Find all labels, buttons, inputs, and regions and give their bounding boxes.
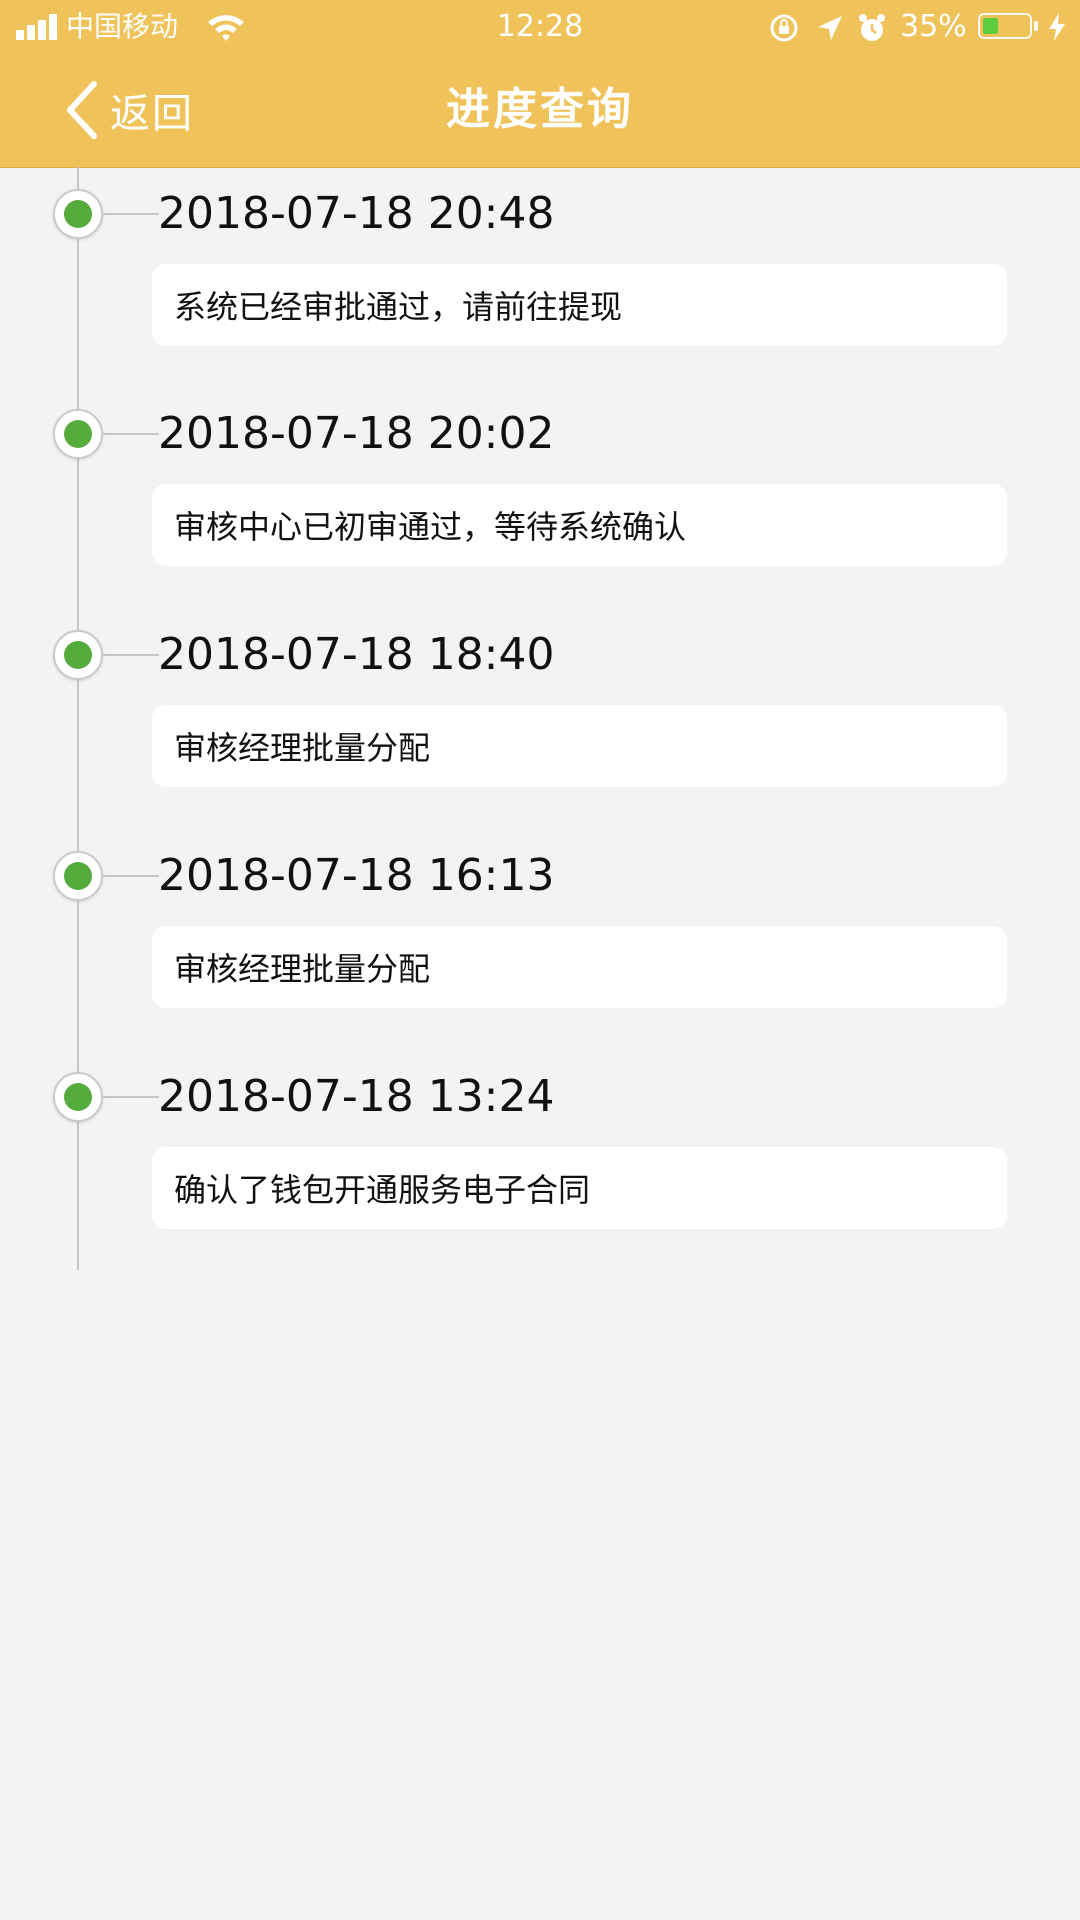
timeline-node bbox=[53, 189, 103, 239]
timeline-event: 2018-07-18 18:40 审核经理批量分配 bbox=[0, 630, 1080, 850]
location-arrow-icon bbox=[818, 16, 842, 40]
status-dot bbox=[64, 200, 92, 228]
alarm-clock-icon bbox=[859, 14, 885, 41]
battery-level bbox=[983, 18, 998, 34]
status-dot bbox=[64, 862, 92, 890]
timeline-node bbox=[53, 1072, 103, 1122]
timeline-connector bbox=[103, 433, 159, 435]
timeline-node bbox=[53, 851, 103, 901]
event-description-card: 审核经理批量分配 bbox=[152, 705, 1007, 787]
timeline-event: 2018-07-18 16:13 审核经理批量分配 bbox=[0, 851, 1080, 1071]
event-timestamp: 2018-07-18 16:13 bbox=[158, 850, 555, 901]
nav-bar: 返回 进度查询 bbox=[0, 54, 1080, 167]
status-dot bbox=[64, 641, 92, 669]
event-timestamp: 2018-07-18 20:02 bbox=[158, 408, 555, 459]
event-timestamp: 2018-07-18 18:40 bbox=[158, 629, 555, 680]
timeline-connector bbox=[103, 654, 159, 656]
status-dot bbox=[64, 420, 92, 448]
event-description-card: 审核中心已初审通过，等待系统确认 bbox=[152, 484, 1007, 566]
event-description-card: 确认了钱包开通服务电子合同 bbox=[152, 1147, 1007, 1229]
timeline-event: 2018-07-18 13:24 确认了钱包开通服务电子合同 bbox=[0, 1072, 1080, 1292]
timeline-event: 2018-07-18 20:48 系统已经审批通过，请前往提现 bbox=[0, 189, 1080, 409]
timeline-event: 2018-07-18 20:02 审核中心已初审通过，等待系统确认 bbox=[0, 409, 1080, 629]
status-bar: 中国移动 12:28 35% bbox=[0, 0, 1080, 54]
timeline-connector bbox=[103, 875, 159, 877]
status-dot bbox=[64, 1083, 92, 1111]
page-title: 进度查询 bbox=[446, 84, 634, 135]
event-timestamp: 2018-07-18 13:24 bbox=[158, 1071, 555, 1122]
event-timestamp: 2018-07-18 20:48 bbox=[158, 188, 555, 239]
timeline-connector bbox=[103, 213, 159, 215]
charging-bolt-icon bbox=[1049, 13, 1065, 41]
timeline-node bbox=[53, 630, 103, 680]
app-header: 中国移动 12:28 35% 返回 进度查询 bbox=[0, 0, 1080, 168]
battery-cap bbox=[1034, 21, 1038, 31]
event-description-card: 系统已经审批通过，请前往提现 bbox=[152, 264, 1007, 346]
timeline-node bbox=[53, 409, 103, 459]
event-description-card: 审核经理批量分配 bbox=[152, 926, 1007, 1008]
timeline-connector bbox=[103, 1096, 159, 1098]
battery-percent: 35% bbox=[900, 9, 967, 44]
battery-icon bbox=[978, 13, 1032, 39]
rotation-lock-icon bbox=[770, 14, 798, 42]
